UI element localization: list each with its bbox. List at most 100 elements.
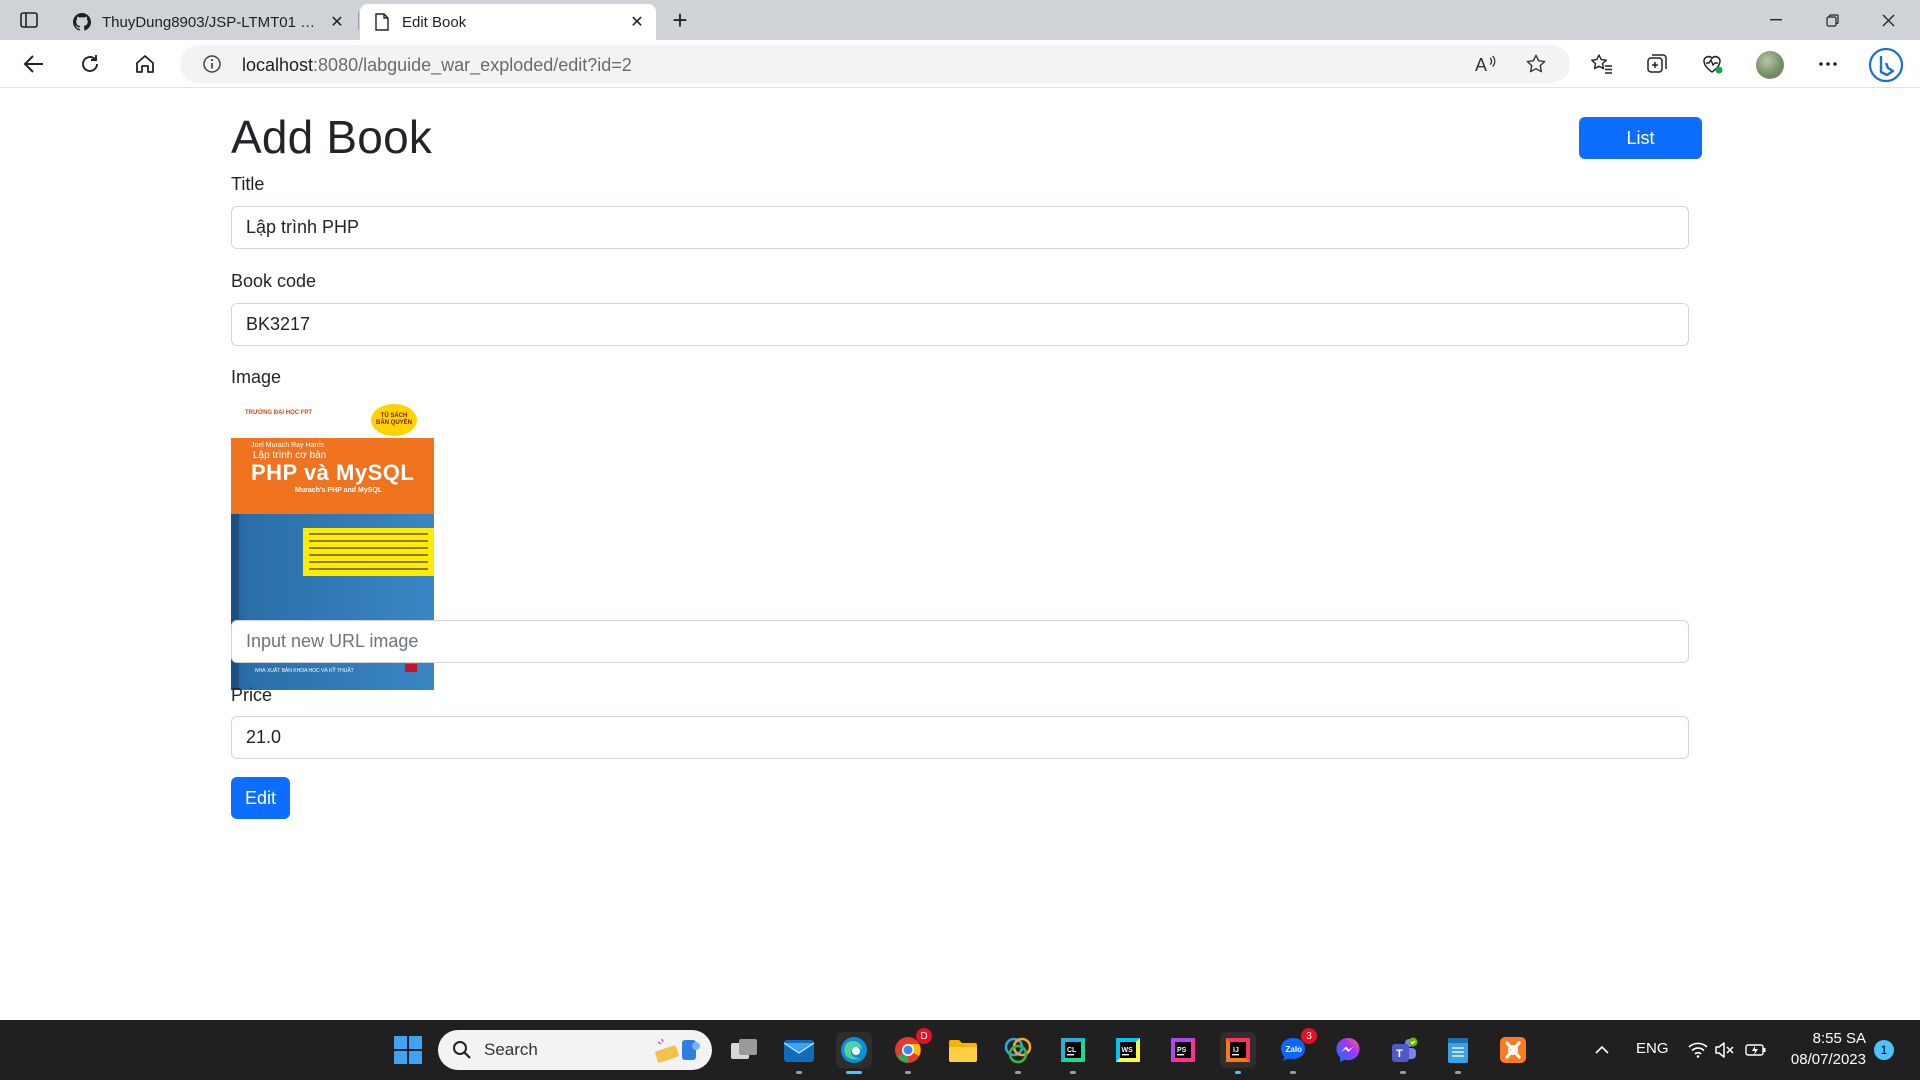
tab-actions-icon[interactable] [14,8,44,32]
running-indicator [905,1071,911,1074]
tab-title: Edit Book [402,13,467,31]
browser-essentials-icon[interactable] [1696,48,1728,80]
more-options-icon[interactable] [1812,48,1844,80]
taskbar-search[interactable]: Search [438,1030,712,1070]
svg-text:CL: CL [1067,1047,1077,1054]
cover-title-band: Joel Murach Ray Harris Lập trình cơ bản … [231,438,434,514]
search-highlight-icon [652,1036,704,1064]
running-indicator [1400,1071,1406,1074]
browser-tab-bar: ThuyDung8903/JSP-LTMT01 at b ✕ Edit Book… [0,0,1920,40]
image-url-input[interactable]: Input new URL image [231,620,1689,663]
edit-button[interactable]: Edit [231,777,290,819]
url-text[interactable]: localhost:8080/labguide_war_exploded/edi… [242,55,632,76]
close-icon[interactable]: ✕ [628,13,646,31]
home-icon[interactable] [129,48,161,80]
language-indicator[interactable]: ENG [1636,1040,1669,1057]
svg-text:PS: PS [1177,1047,1187,1054]
cover-badge-line1: TỦ SÁCH [380,413,408,419]
mail-icon[interactable] [781,1032,817,1074]
notification-count-badge[interactable]: 1 [1874,1040,1894,1060]
refresh-icon[interactable] [74,48,106,80]
chrome-profile-badge: D [916,1028,932,1044]
github-icon [72,12,92,32]
book-code-input[interactable]: BK3217 [231,303,1689,346]
close-window-icon[interactable] [1860,0,1916,40]
search-icon [452,1040,472,1060]
taskbar: Search D CL WS PS IJ Zalo 3 T ENG 8:55 S… [0,1020,1920,1080]
cover-badge-line2: BẢN QUYỀN [375,420,412,426]
title-input[interactable]: Lập trình PHP [231,206,1689,249]
xampp-icon[interactable] [1495,1032,1531,1068]
cover-footer: NHÀ XUẤT BẢN KHOA HỌC VÀ KỸ THUẬT [255,668,354,674]
cover-red-mark [405,664,417,672]
svg-text:IJ: IJ [1233,1047,1239,1054]
list-button[interactable]: List [1579,117,1702,159]
webstorm-icon[interactable]: WS [1110,1032,1146,1068]
minimize-icon[interactable] [1748,0,1804,40]
clock-date[interactable]: 08/07/2023 [1788,1051,1866,1068]
profile-avatar[interactable] [1756,51,1784,79]
photos-icon[interactable] [1000,1032,1036,1074]
image-label: Image [231,367,282,387]
cover-spine [231,514,239,690]
back-arrow-icon[interactable] [18,48,50,80]
address-bar[interactable]: localhost:8080/labguide_war_exploded/edi… [180,45,1570,83]
running-indicator [796,1071,802,1074]
svg-text:A: A [1475,55,1487,75]
task-view-icon[interactable] [726,1032,762,1068]
file-explorer-icon[interactable] [945,1032,981,1068]
battery-charging-icon[interactable] [1738,1032,1774,1068]
tab-title: ThuyDung8903/JSP-LTMT01 at b [102,13,318,31]
close-icon[interactable]: ✕ [328,13,346,31]
browser-toolbar: localhost:8080/labguide_war_exploded/edi… [0,40,1920,88]
volume-muted-icon[interactable] [1706,1032,1742,1068]
tab-edit-book[interactable]: Edit Book ✕ [360,4,656,40]
chrome-icon[interactable]: D [890,1028,932,1074]
running-indicator [1455,1071,1461,1074]
zalo-label: Zalo [1286,1045,1303,1054]
notepad-icon[interactable] [1440,1032,1476,1074]
restore-icon[interactable] [1804,0,1860,40]
price-input[interactable]: 21.0 [231,716,1689,759]
clock-time[interactable]: 8:55 SA [1812,1030,1866,1047]
new-tab-icon[interactable]: + [666,5,694,35]
running-indicator [1070,1071,1076,1074]
collections-icon[interactable] [1641,48,1673,80]
chevron-up-icon[interactable] [1584,1032,1620,1068]
bing-chat-icon[interactable] [1866,45,1906,85]
running-indicator [1290,1071,1296,1074]
url-path: :8080/labguide_war_exploded/edit?id=2 [313,55,632,75]
cover-main-title: PHP và MySQL [251,460,415,485]
favorites-icon[interactable] [1586,48,1618,80]
favorite-star-icon[interactable] [1524,52,1548,76]
cover-authors: Joel Murach Ray Harris [251,442,325,449]
running-indicator [1015,1071,1021,1074]
running-indicator [1235,1071,1241,1074]
windows-start-icon[interactable] [390,1032,426,1068]
cover-badge: TỦ SÁCH BẢN QUYỀN [371,404,417,436]
book-code-label: Book code [231,271,317,291]
tab-github[interactable]: ThuyDung8903/JSP-LTMT01 at b ✕ [60,4,356,40]
svg-text:WS: WS [1122,1047,1134,1054]
read-aloud-icon[interactable]: A [1474,52,1498,76]
page-content: Add Book List Title Lập trình PHP Book c… [0,88,1920,1020]
teams-icon[interactable]: T [1385,1032,1421,1074]
site-info-icon[interactable] [202,54,222,74]
title-label: Title [231,174,265,194]
phpstorm-icon[interactable]: PS [1165,1032,1201,1068]
cover-yellow-box [303,528,434,576]
tab-separator [358,12,359,30]
messenger-icon[interactable] [1330,1032,1366,1068]
url-host: localhost [242,55,314,75]
price-label: Price [231,685,273,705]
edge-icon[interactable] [836,1032,872,1074]
zalo-icon[interactable]: Zalo 3 [1275,1028,1317,1074]
active-indicator [846,1071,862,1074]
cover-english-title: Murach's PHP and MySQL [295,487,383,494]
svg-text:T: T [1396,1048,1403,1060]
search-label: Search [484,1040,538,1059]
clion-icon[interactable]: CL [1055,1032,1091,1074]
intellij-icon[interactable]: IJ [1220,1032,1256,1074]
zalo-unread-badge: 3 [1301,1028,1317,1044]
page-title: Add Book [231,111,433,163]
